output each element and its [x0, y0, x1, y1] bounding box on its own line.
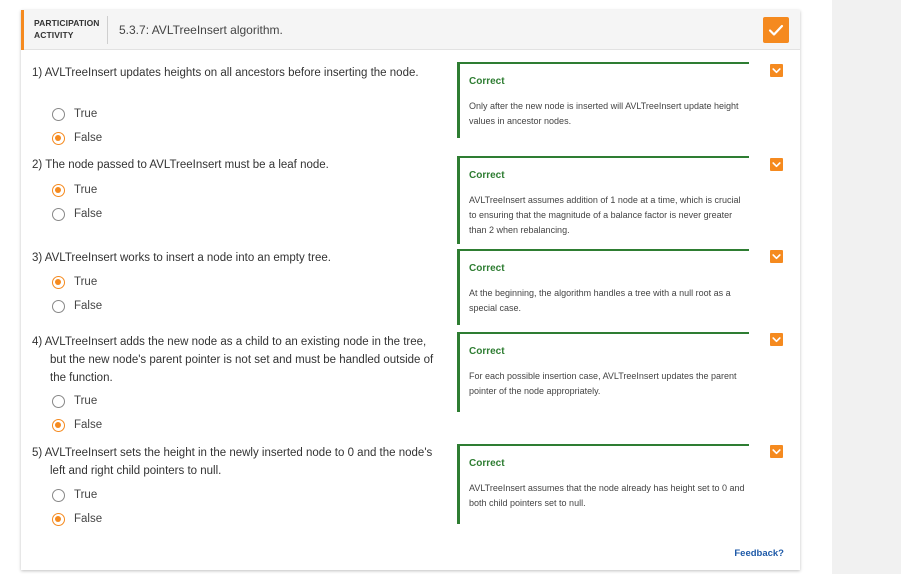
option-false[interactable]: False: [52, 206, 102, 222]
header-accent-bar: [21, 10, 24, 50]
option-label: False: [74, 419, 103, 431]
feedback-title: Correct: [469, 76, 505, 87]
radio-button-selected[interactable]: [52, 183, 65, 197]
activity-header: PARTICIPATION ACTIVITY 5.3.7: AVLTreeIns…: [21, 10, 800, 50]
option-label: False: [74, 208, 103, 220]
option-label: False: [74, 132, 103, 144]
feedback-text: Only after the new node is inserted will…: [469, 101, 739, 126]
radio-button-selected[interactable]: [52, 418, 65, 432]
chevron-down-icon[interactable]: [770, 158, 783, 171]
feedback-title: Correct: [469, 346, 505, 357]
feedback-panel-4: Correct For each possible insertion case…: [457, 332, 749, 412]
radio-button[interactable]: [52, 299, 65, 313]
question-text: 4) AVLTreeInsert adds the new node as a …: [32, 336, 434, 384]
question-text: 1) AVLTreeInsert updates heights on all …: [32, 67, 419, 79]
activity-type-line1: PARTICIPATION: [34, 18, 100, 28]
radio-button[interactable]: [52, 394, 65, 408]
chevron-down-icon[interactable]: [770, 445, 783, 458]
option-label: False: [74, 300, 103, 312]
chevron-down-icon[interactable]: [770, 64, 783, 77]
feedback-text: AVLTreeInsert assumes that the node alre…: [469, 483, 745, 508]
question-1: 1) AVLTreeInsert updates heights on all …: [32, 64, 442, 82]
activity-type-label: PARTICIPATION ACTIVITY: [34, 17, 100, 41]
feedback-title: Correct: [469, 170, 505, 181]
question-3: 3) AVLTreeInsert works to insert a node …: [32, 249, 442, 267]
question-5: 5) AVLTreeInsert sets the height in the …: [32, 444, 442, 480]
feedback-text: At the beginning, the algorithm handles …: [469, 288, 731, 313]
question-text: 3) AVLTreeInsert works to insert a node …: [32, 252, 331, 264]
feedback-text: For each possible insertion case, AVLTre…: [469, 371, 737, 396]
radio-button[interactable]: [52, 107, 65, 121]
option-false[interactable]: False: [52, 511, 102, 527]
option-label: False: [74, 513, 103, 525]
completion-check-icon: [763, 17, 789, 43]
chevron-down-icon[interactable]: [770, 250, 783, 263]
feedback-panel-1: Correct Only after the new node is inser…: [457, 62, 749, 138]
option-label: True: [74, 489, 98, 501]
radio-button-selected[interactable]: [52, 131, 65, 145]
question-2: 2) The node passed to AVLTreeInsert must…: [32, 156, 442, 174]
option-label: True: [74, 395, 98, 407]
page-gutter: [832, 0, 901, 574]
option-false[interactable]: False: [52, 298, 102, 314]
option-true[interactable]: True: [52, 106, 97, 122]
option-true[interactable]: True: [52, 274, 97, 290]
question-text: 5) AVLTreeInsert sets the height in the …: [32, 447, 433, 477]
option-label: True: [74, 108, 98, 120]
feedback-panel-5: Correct AVLTreeInsert assumes that the n…: [457, 444, 749, 524]
radio-button-selected[interactable]: [52, 275, 65, 289]
participation-activity-card: PARTICIPATION ACTIVITY 5.3.7: AVLTreeIns…: [21, 10, 800, 570]
option-false[interactable]: False: [52, 130, 102, 146]
feedback-title: Correct: [469, 263, 505, 274]
feedback-text: AVLTreeInsert assumes addition of 1 node…: [469, 195, 741, 235]
feedback-title: Correct: [469, 458, 505, 469]
option-label: True: [74, 276, 98, 288]
question-4: 4) AVLTreeInsert adds the new node as a …: [32, 333, 442, 387]
header-divider: [107, 16, 108, 44]
chevron-down-icon[interactable]: [770, 333, 783, 346]
option-true[interactable]: True: [52, 487, 97, 503]
option-true[interactable]: True: [52, 182, 97, 198]
radio-button-selected[interactable]: [52, 512, 65, 526]
feedback-panel-2: Correct AVLTreeInsert assumes addition o…: [457, 156, 749, 244]
radio-button[interactable]: [52, 488, 65, 502]
option-false[interactable]: False: [52, 417, 102, 433]
option-true[interactable]: True: [52, 393, 97, 409]
feedback-panel-3: Correct At the beginning, the algorithm …: [457, 249, 749, 325]
question-text: 2) The node passed to AVLTreeInsert must…: [32, 159, 329, 171]
activity-title: 5.3.7: AVLTreeInsert algorithm.: [119, 23, 283, 37]
feedback-link[interactable]: Feedback?: [734, 548, 784, 559]
radio-button[interactable]: [52, 207, 65, 221]
option-label: True: [74, 184, 98, 196]
activity-type-line2: ACTIVITY: [34, 30, 74, 40]
